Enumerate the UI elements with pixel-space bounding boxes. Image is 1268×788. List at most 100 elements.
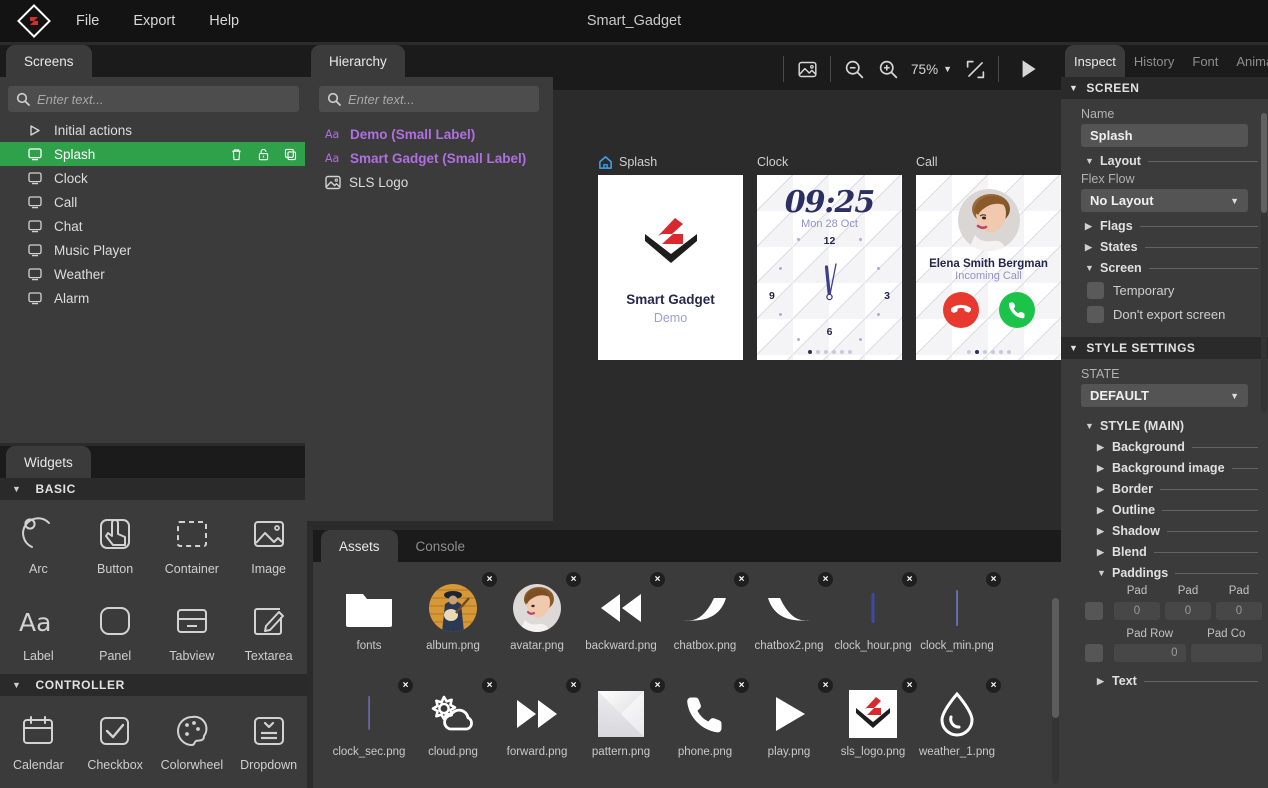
screens-item-alarm[interactable]: Alarm <box>0 286 307 310</box>
lock-icon[interactable] <box>257 148 270 161</box>
group-states[interactable]: ▶ States <box>1085 240 1258 254</box>
pad-top-input[interactable]: 0 <box>1114 602 1160 620</box>
toolbar-image-toggle[interactable] <box>790 54 824 84</box>
pad-left-input[interactable]: 0 <box>1216 602 1262 620</box>
asset-item-cloud[interactable]: × cloud.png <box>411 678 497 784</box>
checkbox-dont-export-screen[interactable] <box>1087 306 1104 323</box>
group-background[interactable]: ▶ Background <box>1097 440 1258 454</box>
tab-inspect[interactable]: Inspect <box>1065 45 1125 77</box>
widget-category-controller[interactable]: ▼ CONTROLLER <box>0 674 307 696</box>
group-text[interactable]: ▶ Text <box>1097 674 1258 688</box>
asset-item-clock-sec[interactable]: × clock_sec.png <box>327 678 413 784</box>
menu-help[interactable]: Help <box>209 13 239 29</box>
screens-search-row[interactable] <box>8 86 299 112</box>
tab-console[interactable]: Console <box>398 530 484 562</box>
tab-assets[interactable]: Assets <box>321 530 398 562</box>
group-screen[interactable]: ▼ Screen <box>1085 261 1258 275</box>
pad-row-input[interactable]: 0 <box>1114 644 1186 662</box>
group-style-main[interactable]: ▼ STYLE (MAIN) <box>1085 419 1258 433</box>
canvas-screen-clock[interactable]: Clock 09:25 Mon 28 Oct 12 3 6 9 <box>757 153 902 360</box>
asset-item-avatar[interactable]: × avatar.png <box>495 572 581 678</box>
screens-item-splash[interactable]: Splash <box>0 142 307 166</box>
decline-call-button[interactable] <box>942 292 979 328</box>
widget-slider[interactable] <box>230 783 307 788</box>
trash-icon[interactable] <box>230 148 243 161</box>
screens-item-music-player[interactable]: Music Player <box>0 238 307 262</box>
widget-arc[interactable]: Arc <box>0 500 77 587</box>
section-screen[interactable]: ▼ SCREEN <box>1061 77 1268 99</box>
hierarchy-search-input[interactable] <box>348 91 531 107</box>
asset-item-phone[interactable]: × phone.png <box>663 678 749 784</box>
tab-screens[interactable]: Screens <box>6 45 92 77</box>
name-field[interactable]: Splash <box>1081 124 1248 147</box>
tab-hierarchy[interactable]: Hierarchy <box>311 45 405 77</box>
canvas-area[interactable]: Splash Smart Gadget Demo Clock 09:25 Mon… <box>553 90 1061 531</box>
asset-remove-button[interactable]: × <box>986 678 1001 693</box>
group-paddings[interactable]: ▼ Paddings <box>1097 566 1258 580</box>
device-preview-clock[interactable]: 09:25 Mon 28 Oct 12 3 6 9 <box>757 175 902 360</box>
section-style-settings[interactable]: ▼ STYLE SETTINGS <box>1061 337 1268 359</box>
widget-imgbutton[interactable] <box>0 783 77 788</box>
state-select[interactable]: DEFAULT ▼ <box>1081 384 1248 407</box>
widget-category-basic[interactable]: ▼ BASIC <box>0 478 307 500</box>
asset-item-forward[interactable]: × forward.png <box>495 678 581 784</box>
run-preview-button[interactable] <box>1005 54 1051 84</box>
screens-search-input[interactable] <box>37 91 291 107</box>
asset-item-sls-logo[interactable]: × sls_logo.png <box>831 678 917 784</box>
hierarchy-search-row[interactable] <box>319 86 539 112</box>
screens-item-chat[interactable]: Chat <box>0 214 307 238</box>
group-outline[interactable]: ▶ Outline <box>1097 503 1258 517</box>
widget-textarea[interactable]: Textarea <box>230 587 307 674</box>
group-layout[interactable]: ▼ Layout <box>1085 154 1258 168</box>
zoom-in-button[interactable] <box>871 54 905 84</box>
screens-item-clock[interactable]: Clock <box>0 166 307 190</box>
accept-call-button[interactable] <box>998 292 1035 328</box>
screens-item-weather[interactable]: Weather <box>0 262 307 286</box>
group-border[interactable]: ▶ Border <box>1097 482 1258 496</box>
pad-link-toggle[interactable] <box>1085 602 1103 620</box>
widget-image[interactable]: Image <box>230 500 307 587</box>
pad-bottom-input[interactable]: 0 <box>1165 602 1211 620</box>
asset-item-album[interactable]: × album.png <box>411 572 497 678</box>
hierarchy-item-demo-label[interactable]: Aa Demo (Small Label) <box>305 122 553 146</box>
tab-font[interactable]: Font <box>1183 45 1227 77</box>
asset-item-fonts[interactable]: fonts <box>327 576 411 678</box>
widget-checkbox[interactable]: Checkbox <box>77 696 154 783</box>
menu-file[interactable]: File <box>76 13 99 29</box>
asset-item-pattern[interactable]: × pattern.png <box>579 678 665 784</box>
device-preview-call[interactable]: Elena Smith Bergman Incoming Call <box>916 175 1061 360</box>
asset-item-chatbox[interactable]: × chatbox.png <box>663 572 749 678</box>
screens-item-initial-actions[interactable]: Initial actions <box>0 118 307 142</box>
group-blend[interactable]: ▶ Blend <box>1097 545 1258 559</box>
checkbox-row-dont-export[interactable]: Don't export screen <box>1087 306 1268 323</box>
screens-item-call[interactable]: Call <box>0 190 307 214</box>
asset-item-backward[interactable]: × backward.png <box>579 572 665 678</box>
pad-row-link-toggle[interactable] <box>1085 644 1103 662</box>
menu-export[interactable]: Export <box>133 13 175 29</box>
pad-col-input[interactable] <box>1190 644 1262 662</box>
asset-item-clock-hour[interactable]: × clock_hour.png <box>831 572 917 678</box>
widget-button[interactable]: Button <box>77 500 154 587</box>
widget-list[interactable] <box>154 783 231 788</box>
flex-flow-select[interactable]: No Layout ▼ <box>1081 189 1248 212</box>
checkbox-row-temporary[interactable]: Temporary <box>1087 282 1268 299</box>
zoom-out-button[interactable] <box>837 54 871 84</box>
asset-item-play[interactable]: × play.png <box>747 678 833 784</box>
tab-widgets[interactable]: Widgets <box>6 446 91 478</box>
widget-colorwheel[interactable]: Colorwheel <box>154 696 231 783</box>
inspect-scrollbar-thumb[interactable] <box>1261 113 1267 213</box>
assets-scrollbar-thumb[interactable] <box>1052 598 1059 718</box>
copy-icon[interactable] <box>284 148 297 161</box>
hierarchy-item-sls-logo[interactable]: SLS Logo <box>305 170 553 194</box>
canvas-screen-splash[interactable]: Splash Smart Gadget Demo <box>598 153 743 360</box>
asset-remove-button[interactable]: × <box>986 572 1001 587</box>
hierarchy-item-smart-gadget-label[interactable]: Aa Smart Gadget (Small Label) <box>305 146 553 170</box>
widget-dropdown[interactable]: Dropdown <box>230 696 307 783</box>
widget-container[interactable]: Container <box>154 500 231 587</box>
tab-animation[interactable]: Animat <box>1227 45 1268 77</box>
asset-item-clock-min[interactable]: × clock_min.png <box>915 572 1001 678</box>
checkbox-temporary[interactable] <box>1087 282 1104 299</box>
widget-tabview[interactable]: Tabview <box>154 587 231 674</box>
widget-keyboard[interactable] <box>77 783 154 788</box>
asset-item-chatbox2[interactable]: × chatbox2.png <box>747 572 833 678</box>
